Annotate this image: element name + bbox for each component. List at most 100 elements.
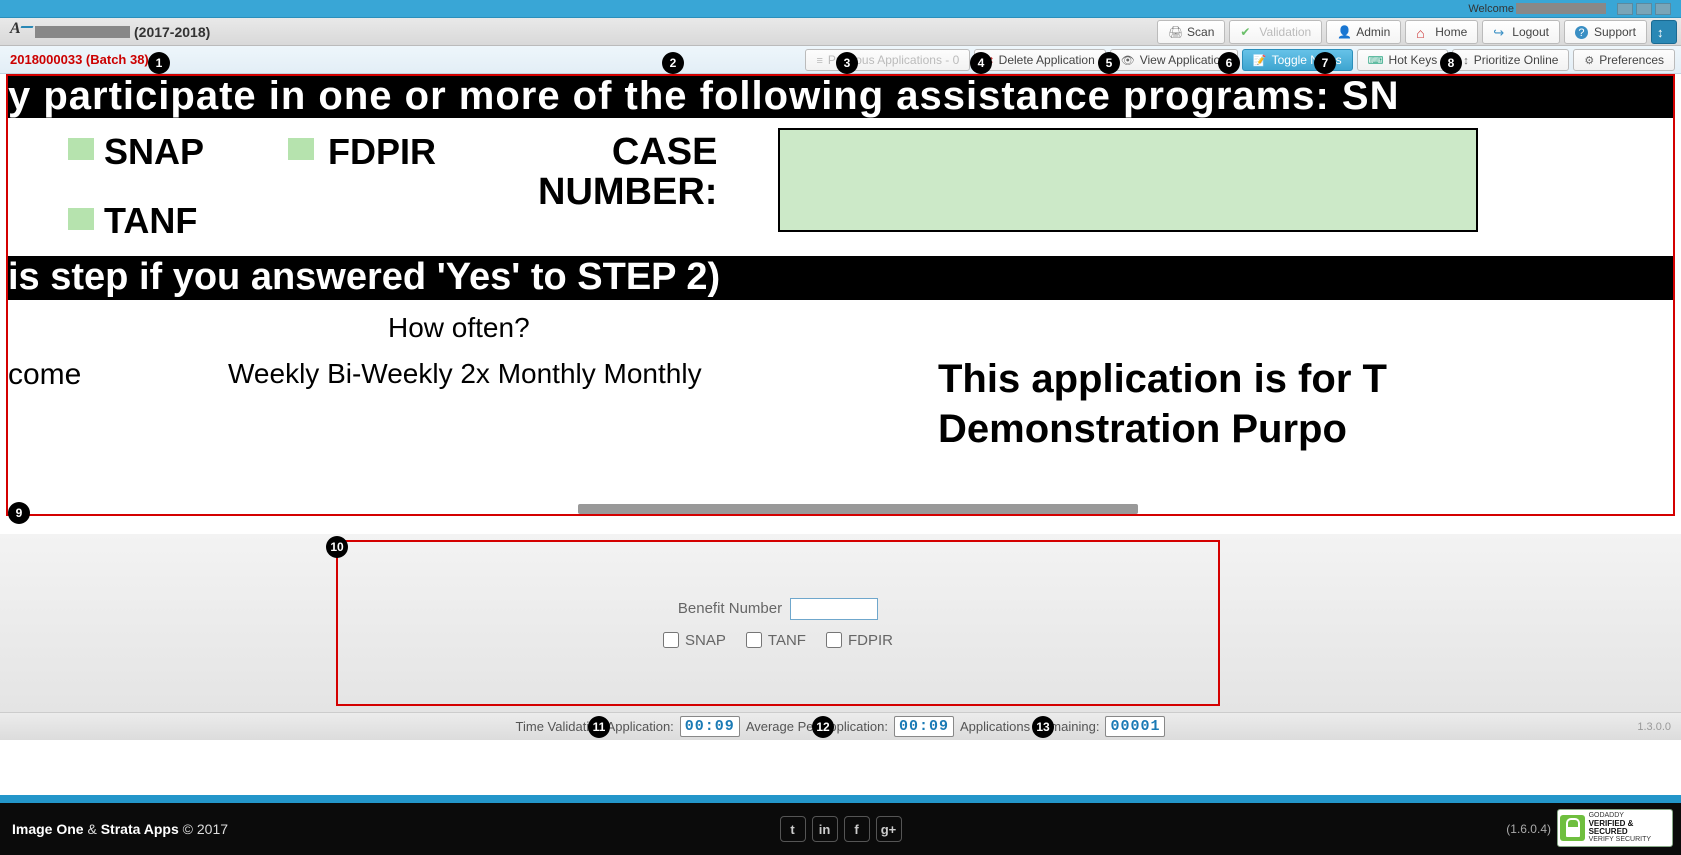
- scan-button[interactable]: Scan: [1157, 20, 1225, 44]
- fdpir-checkbox[interactable]: [826, 632, 842, 648]
- tanf-checkbox[interactable]: [746, 632, 762, 648]
- case-number-label: CASENUMBER:: [538, 132, 717, 212]
- facebook-icon[interactable]: f: [844, 816, 870, 842]
- gear-icon: [1584, 53, 1594, 67]
- toggle-notes-button[interactable]: Toggle Notes: [1242, 49, 1353, 71]
- header-bar: (2017-2018) Scan Validation Admin Home L…: [0, 18, 1681, 46]
- admin-button[interactable]: Admin: [1326, 20, 1401, 44]
- lock-icon: [1560, 815, 1585, 841]
- annotation-marker-12: 12: [812, 716, 834, 738]
- scanned-form: y participate in one or more of the foll…: [8, 76, 1673, 514]
- hotkeys-button[interactable]: Hot Keys: [1357, 49, 1449, 71]
- benefit-number-label: Benefit Number: [678, 600, 782, 617]
- previous-applications-button: Previous Applications - 0: [805, 49, 970, 71]
- delete-application-button[interactable]: Delete Application: [974, 49, 1105, 71]
- support-label: Support: [1594, 25, 1636, 39]
- seal-sub: VERIFY SECURITY: [1589, 836, 1652, 843]
- frequency-labels: Weekly Bi-Weekly 2x Monthly Monthly: [228, 358, 702, 390]
- form-header-band-1: y participate in one or more of the foll…: [8, 76, 1673, 118]
- version-right: 1.3.0.0: [1637, 721, 1671, 733]
- annotation-marker-3: 3: [836, 52, 858, 74]
- support-icon: [1575, 25, 1589, 39]
- annotation-marker-8: 8: [1440, 52, 1462, 74]
- school-year: (2017-2018): [134, 24, 210, 40]
- window-maximize[interactable]: [1636, 3, 1652, 15]
- case-number-field: [778, 128, 1478, 232]
- expand-button[interactable]: [1651, 20, 1677, 44]
- preferences-button[interactable]: Preferences: [1573, 49, 1675, 71]
- form-label-fdpir: FDPIR: [328, 131, 436, 173]
- annotation-marker-9: 9: [8, 502, 30, 524]
- footer-version: (1.6.0.4): [1506, 822, 1551, 836]
- welcome-label: Welcome: [1468, 3, 1514, 15]
- program-checkbox-row: SNAP TANF FDPIR: [663, 632, 893, 649]
- apps-remaining-label: Applications Remaining:: [960, 719, 1099, 734]
- data-entry-panel: Benefit Number SNAP TANF FDPIR: [0, 534, 1681, 712]
- form-label-snap: SNAP: [104, 131, 204, 173]
- benefit-number-input[interactable]: [790, 598, 878, 620]
- footer-content: Image One & Strata Apps © 2017 t in f g+…: [0, 803, 1681, 855]
- horizontal-scrollbar[interactable]: [578, 504, 1138, 514]
- annotation-marker-5: 5: [1098, 52, 1120, 74]
- prioritize-online-button[interactable]: Prioritize Online: [1452, 49, 1569, 71]
- footer-accent: [0, 795, 1681, 803]
- keyboard-icon: [1368, 53, 1384, 67]
- footer: Image One & Strata Apps © 2017 t in f g+…: [0, 795, 1681, 855]
- view-icon: [1121, 53, 1135, 67]
- validation-icon: [1240, 25, 1254, 39]
- scan-label: Scan: [1187, 25, 1214, 39]
- snap-checkbox-label[interactable]: SNAP: [663, 632, 726, 649]
- status-bar: Time Validating Application: 00:09 Avera…: [0, 712, 1681, 740]
- googleplus-icon[interactable]: g+: [876, 816, 902, 842]
- annotation-marker-13: 13: [1032, 716, 1054, 738]
- tanf-text: TANF: [768, 632, 806, 649]
- admin-icon: [1337, 25, 1351, 39]
- social-links: t in f g+: [780, 816, 902, 842]
- brand-amp: &: [84, 821, 101, 837]
- support-button[interactable]: Support: [1564, 20, 1647, 44]
- demo-line-2: Demonstration Purpo: [938, 407, 1347, 451]
- income-label-fragment: come: [8, 358, 81, 392]
- footer-brand: Image One & Strata Apps © 2017: [12, 821, 228, 837]
- security-seal[interactable]: GODADDYVERIFIED & SECUREDVERIFY SECURITY: [1557, 809, 1673, 847]
- annotation-marker-7: 7: [1314, 52, 1336, 74]
- annotation-marker-2: 2: [662, 52, 684, 74]
- district-name-redacted: [35, 26, 130, 38]
- linkedin-icon[interactable]: in: [812, 816, 838, 842]
- window-minimize[interactable]: [1617, 3, 1633, 15]
- how-often-label: How often?: [388, 312, 530, 344]
- seal-main: VERIFIED & SECURED: [1589, 820, 1670, 836]
- home-button[interactable]: Home: [1405, 20, 1478, 44]
- scan-icon: [1168, 25, 1182, 39]
- welcome-text: Welcome: [1468, 3, 1606, 15]
- username-redacted: [1516, 3, 1606, 14]
- annotation-marker-11: 11: [588, 716, 610, 738]
- snap-text: SNAP: [685, 632, 726, 649]
- form-checkbox-snap: [68, 138, 94, 160]
- tanf-checkbox-label[interactable]: TANF: [746, 632, 806, 649]
- prioritize-label: Prioritize Online: [1474, 53, 1559, 67]
- snap-checkbox[interactable]: [663, 632, 679, 648]
- benefit-form: Benefit Number SNAP TANF FDPIR: [336, 540, 1220, 706]
- time-validating-value: 00:09: [680, 716, 740, 737]
- prioritize-icon: [1463, 53, 1469, 67]
- document-viewer[interactable]: y participate in one or more of the foll…: [6, 74, 1675, 516]
- notes-icon: [1253, 53, 1267, 67]
- apps-remaining-value: 00001: [1105, 716, 1165, 737]
- window-titlebar: Welcome: [0, 0, 1681, 18]
- fdpir-checkbox-label[interactable]: FDPIR: [826, 632, 893, 649]
- fdpir-text: FDPIR: [848, 632, 893, 649]
- app-logo: [8, 22, 33, 42]
- logout-button[interactable]: Logout: [1482, 20, 1560, 44]
- form-label-tanf: TANF: [104, 200, 197, 242]
- window-close[interactable]: [1655, 3, 1671, 15]
- validation-button: Validation: [1229, 20, 1322, 44]
- brand-image-one: Image One: [12, 821, 84, 837]
- annotation-marker-10: 10: [326, 536, 348, 558]
- admin-label: Admin: [1356, 25, 1390, 39]
- validation-label: Validation: [1259, 25, 1311, 39]
- demo-line-1: This application is for T: [938, 357, 1387, 401]
- home-icon: [1416, 25, 1430, 39]
- logout-icon: [1493, 25, 1507, 39]
- twitter-icon[interactable]: t: [780, 816, 806, 842]
